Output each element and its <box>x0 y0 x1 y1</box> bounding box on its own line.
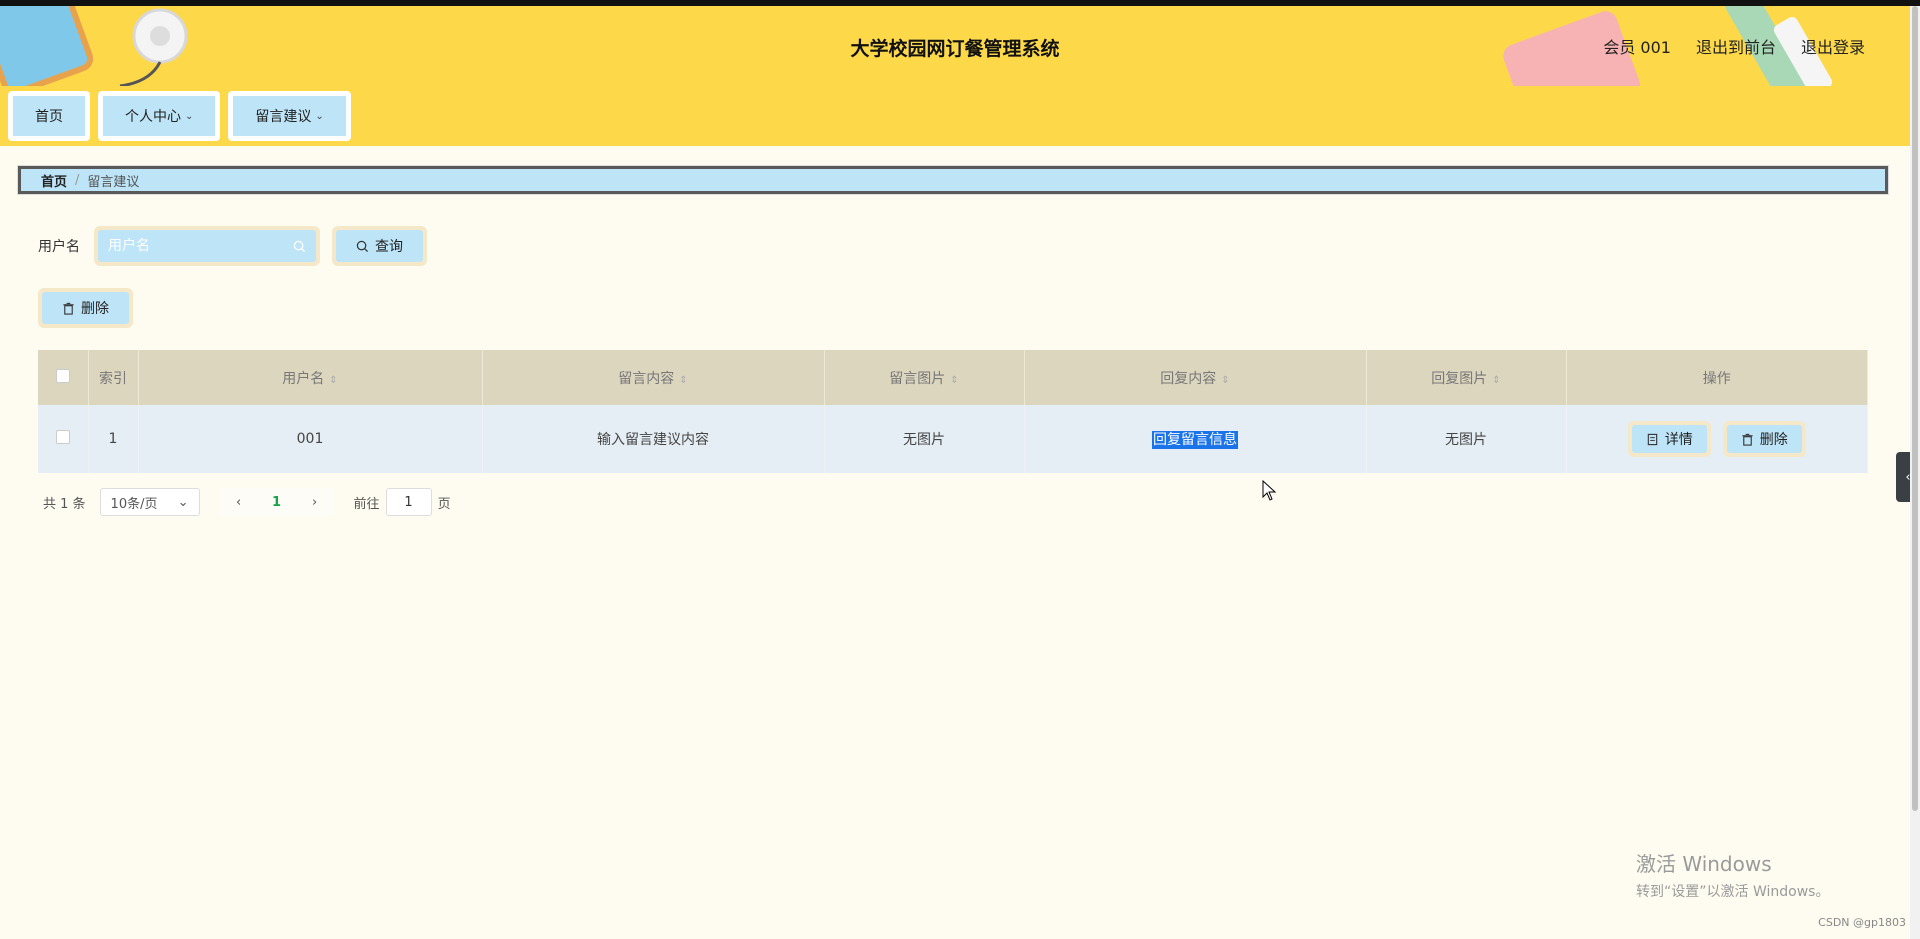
main-nav: 首页 个人中心 ⌄ 留言建议 ⌄ <box>0 86 1910 146</box>
source-credit: CSDN @gp1803 <box>1818 916 1906 929</box>
search-box <box>94 226 320 266</box>
header-reply-label: 回复内容 <box>1160 370 1217 387</box>
sort-icon[interactable]: ⇕ <box>1221 375 1229 386</box>
goto-page: 前往 1 页 <box>354 488 451 516</box>
row-checkbox[interactable] <box>55 430 70 444</box>
cell-reply: 回复留言信息 <box>1024 405 1367 473</box>
row-delete-button-label: 删除 <box>1759 432 1788 448</box>
nav-suggestions[interactable]: 留言建议 ⌄ <box>228 91 351 141</box>
query-button-wrap: 查询 <box>332 226 427 266</box>
header-reply[interactable]: 回复内容 ⇕ <box>1024 350 1367 405</box>
trash-icon <box>1742 433 1753 446</box>
next-page-icon[interactable]: › <box>296 495 334 510</box>
query-button[interactable]: 查询 <box>336 230 423 262</box>
search-icon <box>356 240 369 252</box>
header-reply-image-label: 回复图片 <box>1431 370 1488 387</box>
prev-page-icon[interactable]: ‹ <box>220 495 258 510</box>
member-label[interactable]: 会员 001 <box>1603 34 1671 58</box>
page-size-select[interactable]: 10条/页 ⌄ <box>99 488 200 516</box>
header-index-label: 索引 <box>99 370 127 387</box>
cell-username: 001 <box>138 405 483 473</box>
page-navigation: ‹ 1 › <box>219 488 334 516</box>
goto-label: 前往 <box>353 496 380 512</box>
header-image[interactable]: 留言图片 ⇕ <box>824 350 1025 405</box>
goto-page-input[interactable]: 1 <box>385 488 432 516</box>
chevron-down-icon: ⌄ <box>315 110 324 122</box>
watermark-line1: 激活 Windows <box>1636 852 1772 876</box>
nav-personal-center-label: 个人中心 <box>125 109 181 125</box>
batch-delete-button[interactable]: 删除 <box>42 292 129 324</box>
total-count: 共 1 条 <box>43 496 86 512</box>
batch-delete-label: 删除 <box>81 301 109 317</box>
nav-suggestions-label: 留言建议 <box>255 109 312 125</box>
breadcrumb-separator: / <box>75 172 80 188</box>
cell-reply-image: 无图片 <box>1366 405 1567 473</box>
cell-content: 输入留言建议内容 <box>482 405 825 473</box>
header-username[interactable]: 用户名 ⇕ <box>138 350 483 405</box>
scrollbar-thumb[interactable] <box>1912 6 1918 811</box>
header-index: 索引 <box>88 350 139 405</box>
exit-to-front-link[interactable]: 退出到前台 <box>1696 34 1776 58</box>
sort-icon[interactable]: ⇕ <box>950 375 958 386</box>
table-row: 1 001 输入留言建议内容 无图片 回复留言信息 无图片 详情 删除 <box>38 405 1868 473</box>
suggestions-table: 索引 用户名 ⇕ 留言内容 ⇕ 留言图片 ⇕ 回复内容 ⇕ 回复图片 ⇕ 操作 1 001… <box>38 350 1868 473</box>
select-all-cell <box>38 350 89 405</box>
windows-activation-watermark: 激活 Windows 转到“设置”以激活 Windows。 <box>1636 848 1829 901</box>
nav-home-label: 首页 <box>35 109 63 125</box>
nav-personal-center[interactable]: 个人中心 ⌄ <box>98 91 221 141</box>
cell-image: 无图片 <box>824 405 1025 473</box>
search-icon <box>293 240 306 252</box>
page-unit-label: 页 <box>437 496 451 512</box>
header-content[interactable]: 留言内容 ⇕ <box>482 350 825 405</box>
cell-actions: 详情 删除 <box>1566 405 1868 473</box>
document-icon <box>1647 433 1657 445</box>
select-all-checkbox[interactable] <box>55 368 70 383</box>
page-size-value: 10条/页 <box>110 496 158 512</box>
row-delete-button-wrap: 删除 <box>1722 421 1806 457</box>
breadcrumb-home[interactable]: 首页 <box>41 171 67 190</box>
breadcrumb: 首页 / 留言建议 <box>17 165 1889 195</box>
chevron-down-icon: ⌄ <box>185 110 194 122</box>
username-label: 用户名 <box>38 239 80 255</box>
page-number[interactable]: 1 <box>258 495 296 510</box>
cell-reply-text: 回复留言信息 <box>1152 431 1238 449</box>
query-button-label: 查询 <box>375 239 403 255</box>
row-delete-button[interactable]: 删除 <box>1726 425 1802 453</box>
cell-index: 1 <box>88 405 139 473</box>
watermark-line2: 转到“设置”以激活 Windows。 <box>1636 884 1830 900</box>
row-select-cell <box>38 405 89 473</box>
nav-home[interactable]: 首页 <box>8 91 90 141</box>
vertical-scrollbar[interactable] <box>1910 6 1920 939</box>
search-bar: 用户名 查询 <box>38 226 427 266</box>
chevron-down-icon: ⌄ <box>177 494 189 510</box>
batch-delete-button-wrap: 删除 <box>38 288 133 328</box>
detail-button-label: 详情 <box>1664 432 1693 448</box>
mouse-cursor-icon <box>1262 480 1277 501</box>
sort-icon[interactable]: ⇕ <box>679 375 687 386</box>
header: 大学校园网订餐管理系统 会员 001 退出到前台 退出登录 <box>0 6 1910 86</box>
header-image-label: 留言图片 <box>889 370 946 387</box>
sort-icon[interactable]: ⇕ <box>329 375 337 386</box>
pagination: 共 1 条 10条/页 ⌄ ‹ 1 › 前往 1 页 <box>43 488 451 516</box>
header-actions: 操作 <box>1566 350 1868 405</box>
header-actions-label: 操作 <box>1702 370 1731 387</box>
header-content-label: 留言内容 <box>618 370 675 387</box>
breadcrumb-current: 留言建议 <box>87 174 140 190</box>
table-header-row: 索引 用户名 ⇕ 留言内容 ⇕ 留言图片 ⇕ 回复内容 ⇕ 回复图片 ⇕ 操作 <box>38 350 1868 405</box>
header-username-label: 用户名 <box>282 370 325 387</box>
trash-icon <box>63 302 74 315</box>
detail-button-wrap: 详情 <box>1627 421 1711 457</box>
username-search-input[interactable] <box>108 238 268 254</box>
detail-button[interactable]: 详情 <box>1631 425 1707 453</box>
header-reply-image[interactable]: 回复图片 ⇕ <box>1366 350 1567 405</box>
sort-icon[interactable]: ⇕ <box>1492 375 1500 386</box>
logout-link[interactable]: 退出登录 <box>1801 34 1865 58</box>
